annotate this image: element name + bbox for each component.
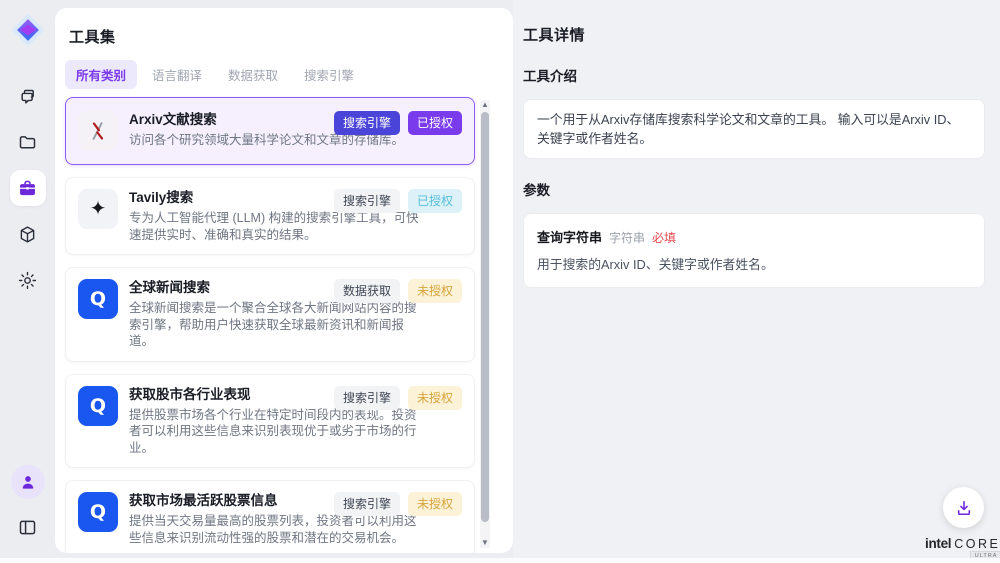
briefcase-icon	[17, 178, 38, 199]
tab-all-categories[interactable]: 所有类别	[65, 60, 137, 89]
tool-card-tavily[interactable]: ✦ Tavily搜索 专为人工智能代理 (LLM) 构建的搜索引擎工具，可快速提…	[65, 177, 475, 255]
window-bottom-edge	[0, 558, 1000, 563]
folder-icon	[17, 132, 38, 153]
sidebar-item-chat[interactable]	[10, 78, 46, 114]
tool-description: 提供当天交易量最高的股票列表，投资者可以利用这些信息来识别流动性强的股票和潜在的…	[129, 513, 462, 546]
tool-list: Arxiv文献搜索 访问各个研究领域大量科学论文和文章的存储库。 搜索引擎 已授…	[55, 96, 513, 553]
sparkle-icon: ✦	[78, 189, 118, 229]
auth-status-badge: 未授权	[408, 386, 462, 410]
intro-section-title: 工具介绍	[523, 65, 985, 85]
arxiv-logo-icon	[78, 111, 118, 151]
tab-data-acquisition[interactable]: 数据获取	[217, 60, 289, 89]
param-required-badge: 必填	[652, 229, 676, 246]
auth-status-badge: 未授权	[408, 279, 462, 303]
tool-card-arxiv[interactable]: Arxiv文献搜索 访问各个研究领域大量科学论文和文章的存储库。 搜索引擎 已授…	[65, 97, 475, 165]
tab-language-translation[interactable]: 语言翻译	[141, 60, 213, 89]
cube-icon	[17, 224, 38, 245]
tool-description: 专为人工智能代理 (LLM) 构建的搜索引擎工具，可快速提供实时、准确和真实的结…	[129, 210, 462, 243]
category-badge: 搜索引擎	[334, 189, 400, 213]
tool-card-global-news[interactable]: Q 全球新闻搜索 全球新闻搜索是一个聚合全球各大新闻网站内容的搜索引擎，帮助用户…	[65, 267, 475, 362]
tool-card-sector-performance[interactable]: Q 获取股市各行业表现 提供股票市场各个行业在特定时间段内的表现。投资者可以利用…	[65, 374, 475, 469]
category-badge: 搜索引擎	[334, 111, 400, 135]
sidebar-item-files[interactable]	[10, 124, 46, 160]
intro-card: 一个用于从Arxiv存储库搜索科学论文和文章的工具。 输入可以是Arxiv ID…	[523, 99, 985, 159]
intro-text: 一个用于从Arxiv存储库搜索科学论文和文章的工具。 输入可以是Arxiv ID…	[537, 110, 971, 148]
category-tabs: 所有类别 语言翻译 数据获取 搜索引擎	[65, 60, 513, 89]
category-badge: 搜索引擎	[334, 386, 400, 410]
news-q-icon: Q	[78, 279, 118, 319]
download-icon	[954, 498, 974, 518]
tool-description: 提供股票市场各个行业在特定时间段内的表现。投资者可以利用这些信息来识别表现优于或…	[129, 407, 462, 457]
tool-card-most-active-stocks[interactable]: Q 获取市场最活跃股票信息 提供当天交易量最高的股票列表，投资者可以利用这些信息…	[65, 480, 475, 553]
sidebar-item-models[interactable]	[10, 216, 46, 252]
tool-detail-panel: 工具详情 工具介绍 一个用于从Arxiv存储库搜索科学论文和文章的工具。 输入可…	[513, 0, 1000, 563]
app-sidebar	[0, 0, 55, 563]
intel-core-logo: intel CORE ULTRA	[925, 536, 1000, 551]
param-name: 查询字符串	[537, 227, 602, 246]
sidebar-collapse-button[interactable]	[10, 509, 46, 545]
news-q-icon: Q	[78, 386, 118, 426]
category-badge: 搜索引擎	[334, 492, 400, 516]
auth-status-badge: 已授权	[408, 111, 462, 135]
param-card: 查询字符串 字符串 必填 用于搜索的Arxiv ID、关键字或作者姓名。	[523, 213, 985, 288]
param-type: 字符串	[609, 229, 645, 246]
scrollbar-thumb[interactable]	[481, 112, 489, 522]
sidebar-item-settings[interactable]	[10, 262, 46, 298]
app-logo-icon[interactable]	[9, 11, 47, 49]
page-title: 工具集	[69, 26, 513, 47]
core-wordmark: CORE	[954, 537, 1000, 551]
download-button[interactable]	[943, 487, 984, 528]
detail-title: 工具详情	[523, 24, 985, 45]
user-avatar[interactable]	[11, 465, 45, 499]
news-q-icon: Q	[78, 492, 118, 532]
scroll-up-arrow-icon[interactable]: ▲	[480, 100, 490, 110]
tab-search-engine[interactable]: 搜索引擎	[293, 60, 365, 89]
list-scrollbar[interactable]: ▲ ▼	[480, 100, 490, 548]
category-badge: 数据获取	[334, 279, 400, 303]
sidebar-item-tools[interactable]	[10, 170, 46, 206]
params-section-title: 参数	[523, 179, 985, 199]
param-description: 用于搜索的Arxiv ID、关键字或作者姓名。	[537, 254, 971, 273]
panel-toggle-icon	[17, 517, 38, 538]
auth-status-badge: 已授权	[408, 189, 462, 213]
tool-description: 全球新闻搜索是一个聚合全球各大新闻网站内容的搜索引擎，帮助用户快速获取全球最新资…	[129, 300, 462, 350]
user-icon	[18, 472, 38, 492]
chat-icon	[17, 86, 38, 107]
gear-icon	[17, 270, 38, 291]
intel-wordmark: intel	[925, 536, 951, 551]
tools-panel: 工具集 所有类别 语言翻译 数据获取 搜索引擎 Arxiv文献搜索 访问各个研究…	[55, 8, 513, 553]
auth-status-badge: 未授权	[408, 492, 462, 516]
scroll-down-arrow-icon[interactable]: ▼	[480, 538, 490, 548]
